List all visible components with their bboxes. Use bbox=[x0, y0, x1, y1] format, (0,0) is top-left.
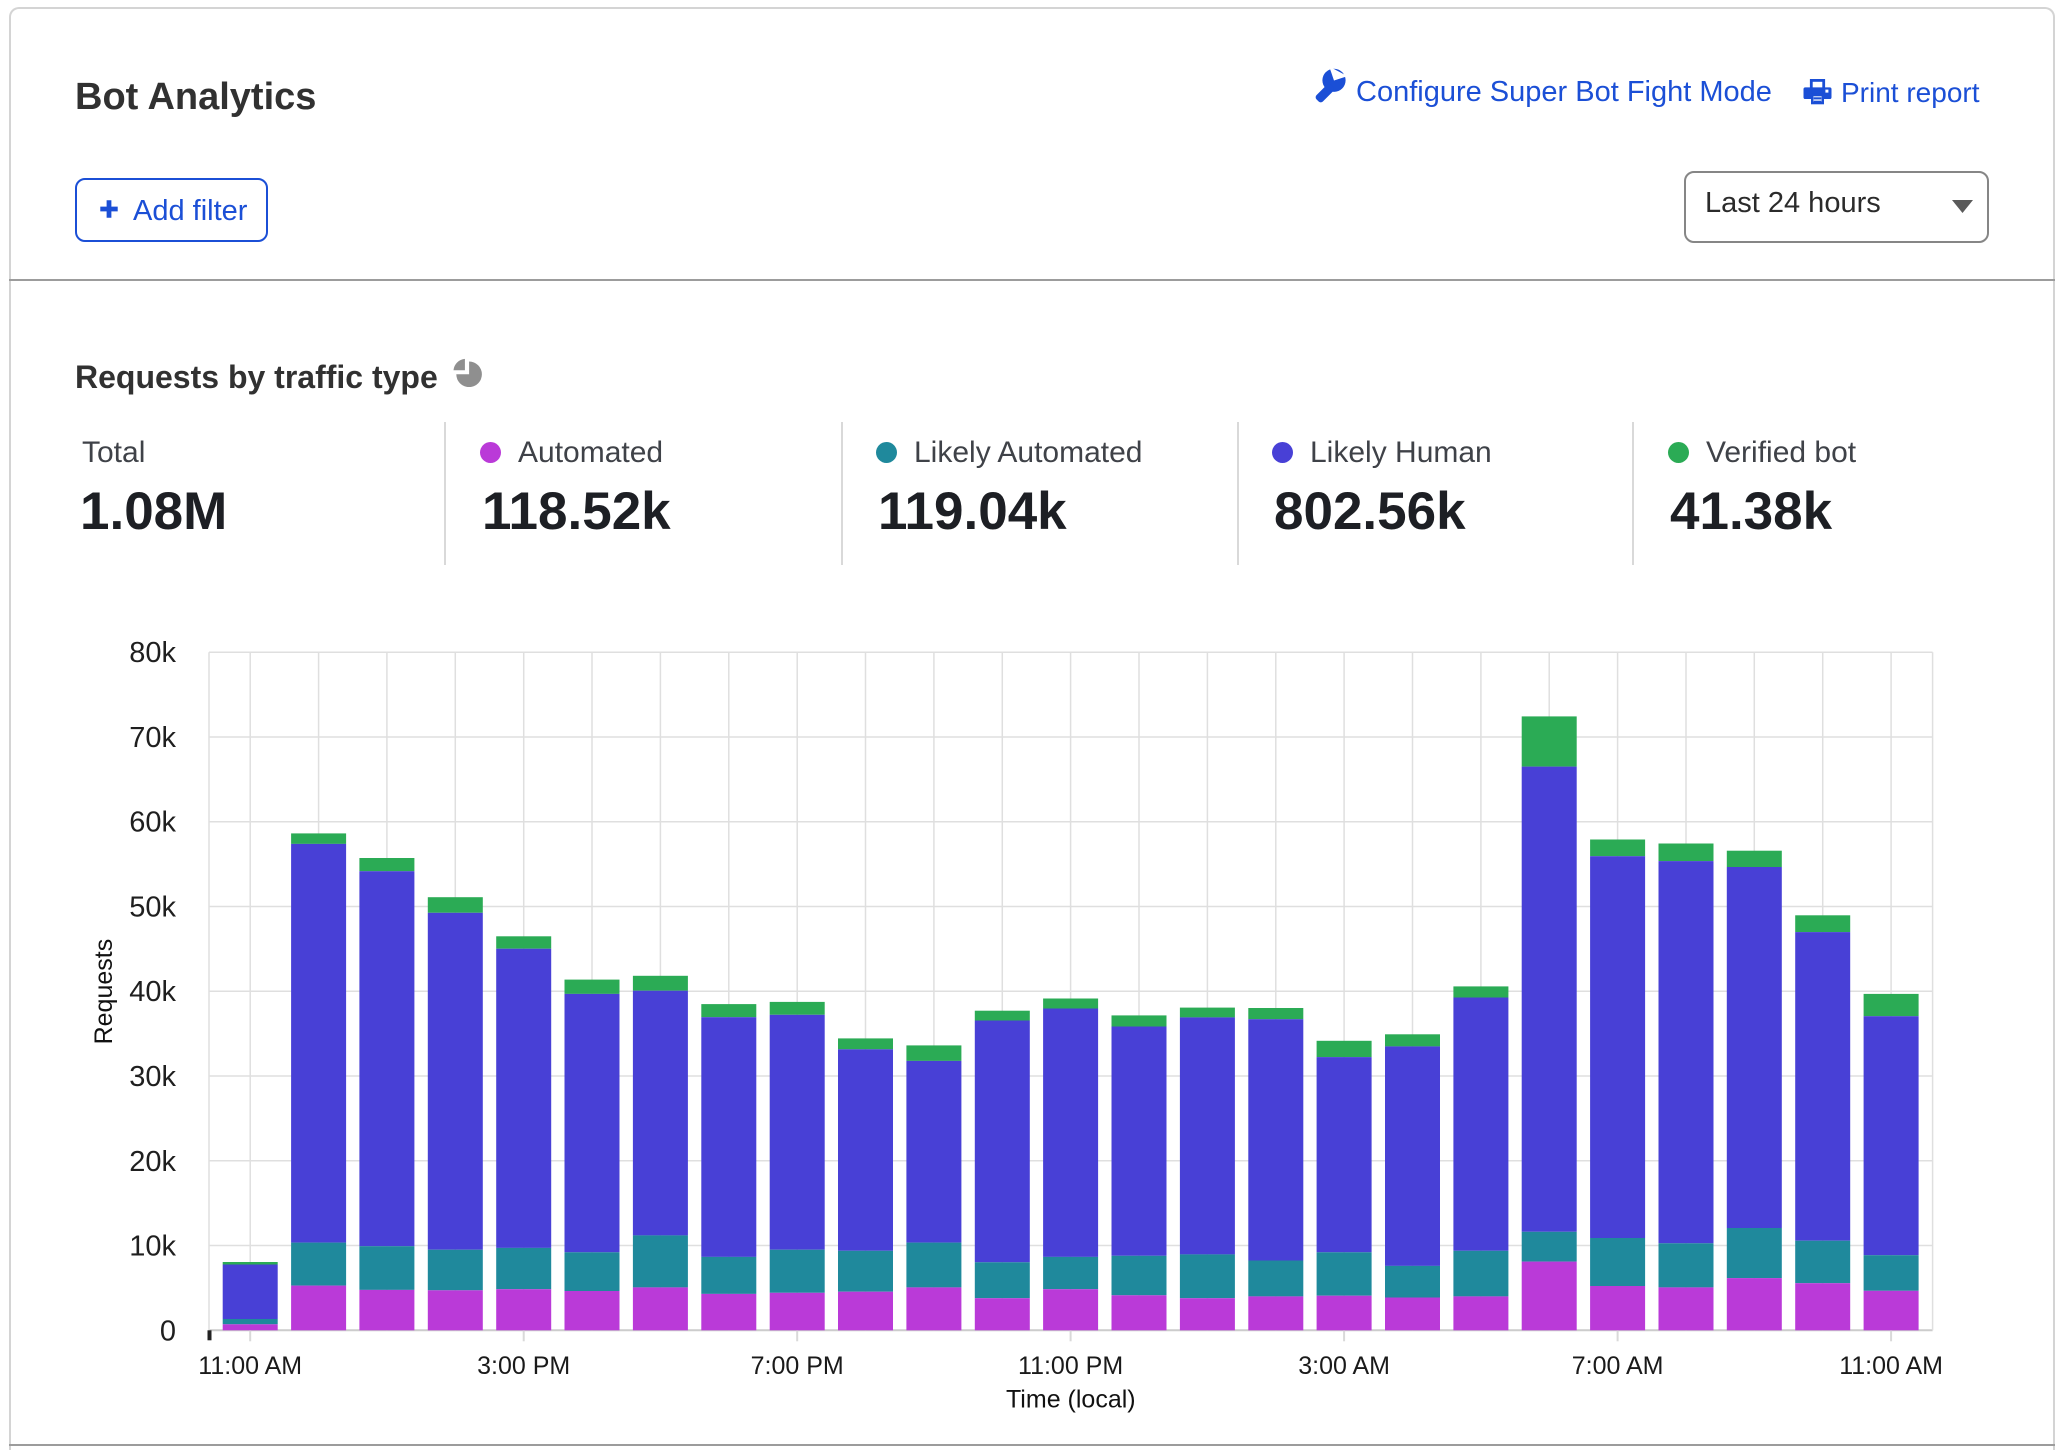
svg-text:30k: 30k bbox=[129, 1061, 176, 1093]
svg-text:Time (local): Time (local) bbox=[1006, 1386, 1136, 1414]
svg-text:70k: 70k bbox=[129, 722, 176, 754]
svg-text:80k: 80k bbox=[129, 637, 176, 669]
svg-text:3:00 AM: 3:00 AM bbox=[1298, 1352, 1390, 1380]
svg-text:7:00 AM: 7:00 AM bbox=[1572, 1352, 1664, 1380]
svg-text:40k: 40k bbox=[129, 976, 176, 1008]
svg-text:7:00 PM: 7:00 PM bbox=[751, 1352, 844, 1380]
svg-text:0: 0 bbox=[160, 1315, 176, 1347]
svg-text:60k: 60k bbox=[129, 807, 176, 839]
svg-text:50k: 50k bbox=[129, 892, 176, 924]
svg-text:10k: 10k bbox=[129, 1231, 176, 1263]
svg-text:11:00 PM: 11:00 PM bbox=[1018, 1352, 1123, 1380]
svg-text:11:00 AM: 11:00 AM bbox=[1839, 1352, 1943, 1380]
svg-text:20k: 20k bbox=[129, 1146, 176, 1178]
svg-text:11:00 AM: 11:00 AM bbox=[198, 1352, 302, 1380]
svg-text:Requests: Requests bbox=[90, 939, 118, 1045]
svg-text:3:00 PM: 3:00 PM bbox=[477, 1352, 570, 1380]
